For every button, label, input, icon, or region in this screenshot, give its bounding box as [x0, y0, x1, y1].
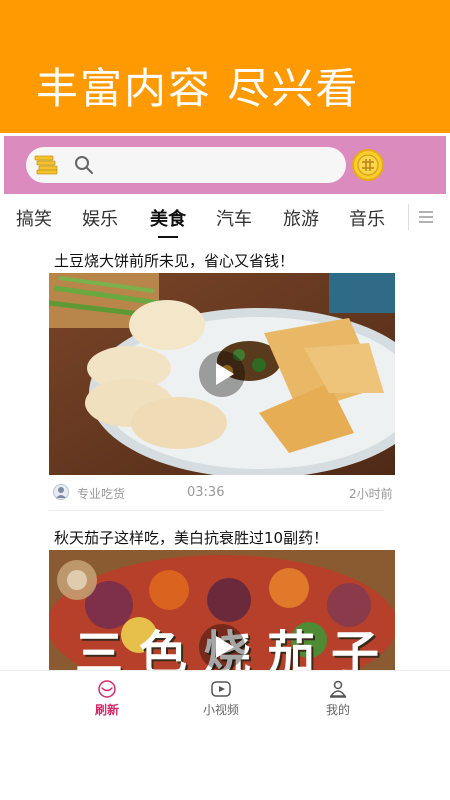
bottom-nav: 刷新 小视频 我的 — [0, 670, 450, 721]
play-icon — [216, 363, 234, 385]
promo-banner: 丰富内容 尽兴看 — [0, 0, 450, 133]
post-time: 2小时前 — [349, 487, 393, 501]
banner-title: 丰富内容 尽兴看 — [36, 64, 360, 113]
tab-funny[interactable]: 搞笑 — [16, 205, 52, 231]
search-icon — [75, 156, 93, 174]
tab-entertainment[interactable]: 娱乐 — [82, 205, 118, 231]
video-thumbnail[interactable] — [49, 273, 395, 475]
nav-short-video[interactable]: 小视频 — [171, 671, 271, 721]
coin-stack-icon — [34, 155, 58, 175]
video-title[interactable]: 秋天茄子这样吃，美白抗衰胜过10副药！ — [54, 527, 328, 548]
card-divider — [49, 510, 384, 511]
nav-profile-label: 我的 — [325, 703, 350, 717]
refresh-icon — [98, 680, 116, 698]
menu-icon[interactable] — [418, 210, 434, 224]
nav-short-video-label: 小视频 — [202, 703, 239, 717]
tab-auto[interactable]: 汽车 — [216, 205, 252, 231]
tab-divider — [408, 204, 409, 230]
play-button[interactable] — [199, 351, 245, 397]
tab-travel[interactable]: 旅游 — [283, 205, 319, 231]
author-name[interactable]: 专业吃货 — [77, 485, 125, 502]
video-thumbnail[interactable]: 三色烧茄子 — [49, 550, 395, 670]
video-icon — [211, 681, 231, 697]
nav-refresh[interactable]: 刷新 — [57, 671, 157, 721]
play-icon — [216, 636, 234, 658]
video-meta: 专业吃货 03:36 2小时前 — [49, 478, 395, 508]
search-input[interactable] — [26, 147, 346, 183]
search-bar — [4, 136, 446, 194]
video-duration: 03:36 — [187, 485, 225, 500]
play-button[interactable] — [199, 624, 245, 670]
tab-music[interactable]: 音乐 — [349, 205, 385, 231]
video-title[interactable]: 土豆烧大饼前所未见，省心又省钱！ — [54, 250, 294, 271]
active-tab-indicator — [158, 236, 178, 238]
coin-icon[interactable] — [352, 149, 384, 181]
profile-icon — [329, 680, 347, 698]
nav-refresh-label: 刷新 — [94, 703, 119, 717]
category-tabs: 搞笑 娱乐 美食 汽车 旅游 音乐 — [0, 196, 450, 240]
tab-food[interactable]: 美食 — [150, 205, 186, 231]
author-avatar-icon — [53, 484, 69, 500]
nav-profile[interactable]: 我的 — [288, 671, 388, 721]
